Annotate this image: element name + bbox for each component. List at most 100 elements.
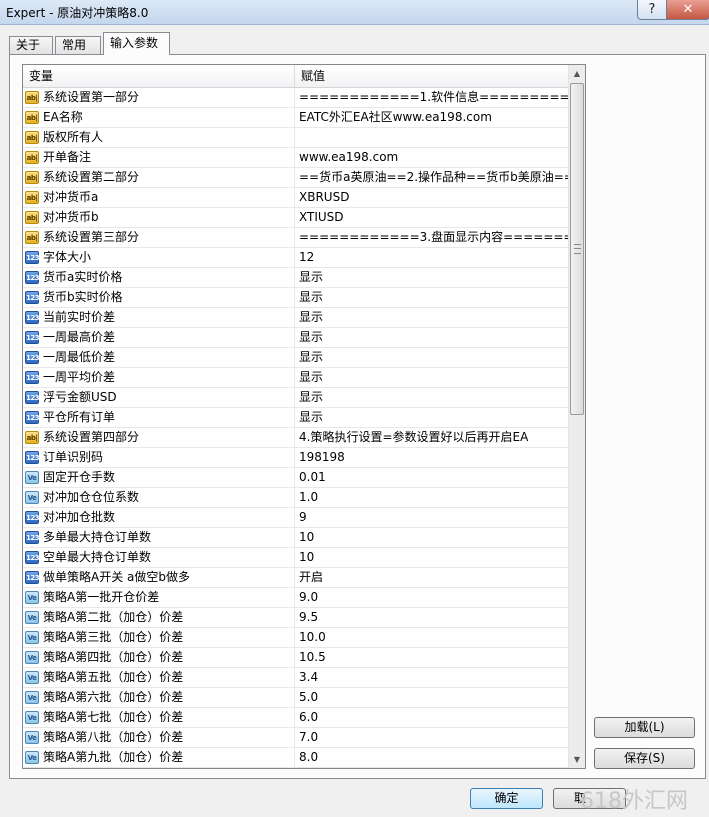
table-row[interactable]: Ve 策略A第六批（加仓）价差 5.0	[23, 688, 568, 708]
scroll-up-icon[interactable]: ▲	[569, 65, 585, 82]
table-row[interactable]: Ve 对冲加仓仓位系数 1.0	[23, 488, 568, 508]
value-cell[interactable]: 9	[295, 508, 568, 527]
value-cell[interactable]: 7.0	[295, 728, 568, 747]
value-cell[interactable]: ============3.盘面显示内容==========	[295, 228, 585, 247]
table-row[interactable]: ab| 系统设置第一部分 ============1.软件信息===========	[23, 88, 585, 108]
close-button[interactable]: ✕	[666, 0, 709, 20]
table-row[interactable]: ab| 对冲货币a XBRUSD	[23, 188, 568, 208]
value-cell[interactable]: ==货币a英原油==2.操作品种==货币b美原油==	[295, 168, 574, 187]
table-row[interactable]: ab| 系统设置第四部分 4.策略执行设置=参数设置好以后再开启EA	[23, 428, 568, 448]
table-row[interactable]: Ve 策略A第八批（加仓）价差 7.0	[23, 728, 568, 748]
vertical-scrollbar[interactable]: ▲ ▼	[568, 65, 585, 768]
variable-cell[interactable]: Ve 策略A第二批（加仓）价差	[23, 608, 295, 627]
table-row[interactable]: ab| 系统设置第三部分 ============3.盘面显示内容=========…	[23, 228, 585, 248]
table-row[interactable]: Ve 策略A第五批（加仓）价差 3.4	[23, 668, 568, 688]
help-button[interactable]: ?	[637, 0, 667, 20]
variable-cell[interactable]: Ve 策略A第七批（加仓）价差	[23, 708, 295, 727]
value-cell[interactable]: 10.0	[295, 628, 568, 647]
table-row[interactable]: ab| 系统设置第二部分 ==货币a英原油==2.操作品种==货币b美原油==	[23, 168, 574, 188]
table-row[interactable]: Ve 策略A第一批开仓价差 9.0	[23, 588, 568, 608]
variable-cell[interactable]: Ve 对冲加仓仓位系数	[23, 488, 295, 507]
variable-cell[interactable]: Ve 策略A第四批（加仓）价差	[23, 648, 295, 667]
scrollbar-thumb[interactable]	[570, 83, 584, 415]
table-row[interactable]: 123 空单最大持仓订单数 10	[23, 548, 568, 568]
variable-cell[interactable]: ab| 系统设置第三部分	[23, 228, 295, 247]
value-cell[interactable]: 显示	[295, 288, 568, 307]
ok-button[interactable]: 确定	[470, 788, 543, 809]
table-row[interactable]: Ve 策略A第三批（加仓）价差 10.0	[23, 628, 568, 648]
tab-inputs[interactable]: 输入参数	[103, 32, 170, 55]
value-cell[interactable]: 12	[295, 248, 568, 267]
value-cell[interactable]: 显示	[295, 308, 568, 327]
value-cell[interactable]: 8.0	[295, 748, 568, 767]
variable-cell[interactable]: Ve 策略A第一批开仓价差	[23, 588, 295, 607]
value-cell[interactable]: EATC外汇EA社区www.ea198.com	[295, 108, 568, 127]
table-row[interactable]: Ve 策略A第七批（加仓）价差 6.0	[23, 708, 568, 728]
value-cell[interactable]: ============1.软件信息===========	[295, 88, 585, 107]
value-cell[interactable]: 4.策略执行设置=参数设置好以后再开启EA	[295, 428, 568, 447]
variable-cell[interactable]: Ve 策略A第五批（加仓）价差	[23, 668, 295, 687]
value-cell[interactable]: 3.4	[295, 668, 568, 687]
value-cell[interactable]: 显示	[295, 388, 568, 407]
variable-cell[interactable]: Ve 策略A第八批（加仓）价差	[23, 728, 295, 747]
table-row[interactable]: Ve 策略A第二批（加仓）价差 9.5	[23, 608, 568, 628]
table-row[interactable]: 123 平仓所有订单 显示	[23, 408, 568, 428]
variable-cell[interactable]: 123 多单最大持仓订单数	[23, 528, 295, 547]
value-cell[interactable]: 6.0	[295, 708, 568, 727]
table-row[interactable]: Ve 策略A第四批（加仓）价差 10.5	[23, 648, 568, 668]
variable-cell[interactable]: Ve 策略A第九批（加仓）价差	[23, 748, 295, 767]
table-row[interactable]: ab| EA名称 EATC外汇EA社区www.ea198.com	[23, 108, 568, 128]
variable-cell[interactable]: 123 一周最低价差	[23, 348, 295, 367]
value-cell[interactable]: 10	[295, 548, 568, 567]
save-button[interactable]: 保存(S)	[594, 748, 695, 769]
variable-cell[interactable]: 123 一周最高价差	[23, 328, 295, 347]
table-row[interactable]: Ve 策略A第九批（加仓）价差 8.0	[23, 748, 568, 768]
value-cell[interactable]: 显示	[295, 408, 568, 427]
variable-cell[interactable]: ab| 对冲货币a	[23, 188, 295, 207]
variable-cell[interactable]: ab| 对冲货币b	[23, 208, 295, 227]
table-row[interactable]: 123 做单策略A开关 a做空b做多 开启	[23, 568, 568, 588]
value-cell[interactable]: XBRUSD	[295, 188, 568, 207]
table-row[interactable]: ab| 版权所有人	[23, 128, 568, 148]
value-cell[interactable]: 10	[295, 528, 568, 547]
variable-cell[interactable]: ab| EA名称	[23, 108, 295, 127]
variable-cell[interactable]: ab| 系统设置第四部分	[23, 428, 295, 447]
value-cell[interactable]: 显示	[295, 268, 568, 287]
value-cell[interactable]: 显示	[295, 328, 568, 347]
table-row[interactable]: 123 对冲加仓批数 9	[23, 508, 568, 528]
table-row[interactable]: ab| 开单备注 www.ea198.com	[23, 148, 568, 168]
table-row[interactable]: 123 多单最大持仓订单数 10	[23, 528, 568, 548]
table-row[interactable]: 123 货币b实时价格 显示	[23, 288, 568, 308]
table-row[interactable]: 123 货币a实时价格 显示	[23, 268, 568, 288]
variable-cell[interactable]: 123 做单策略A开关 a做空b做多	[23, 568, 295, 587]
table-row[interactable]: 123 一周平均价差 显示	[23, 368, 568, 388]
table-row[interactable]: 123 订单识别码 198198	[23, 448, 568, 468]
value-cell[interactable]: XTIUSD	[295, 208, 568, 227]
value-cell[interactable]: 10.5	[295, 648, 568, 667]
value-cell[interactable]: 5.0	[295, 688, 568, 707]
value-cell[interactable]: 9.0	[295, 588, 568, 607]
value-cell[interactable]: 显示	[295, 368, 568, 387]
header-value[interactable]: 赋值	[295, 65, 568, 87]
table-row[interactable]: 123 浮亏金额USD 显示	[23, 388, 568, 408]
tab-common[interactable]: 常用	[55, 36, 101, 54]
variable-cell[interactable]: ab| 系统设置第一部分	[23, 88, 295, 107]
load-button[interactable]: 加载(L)	[594, 717, 695, 738]
scroll-down-icon[interactable]: ▼	[569, 751, 585, 768]
variable-cell[interactable]: ab| 开单备注	[23, 148, 295, 167]
variable-cell[interactable]: 123 货币b实时价格	[23, 288, 295, 307]
variable-cell[interactable]: ab| 版权所有人	[23, 128, 295, 147]
value-cell[interactable]: 显示	[295, 348, 568, 367]
variable-cell[interactable]: 123 字体大小	[23, 248, 295, 267]
header-variable[interactable]: 变量	[23, 65, 295, 87]
value-cell[interactable]: 1.0	[295, 488, 568, 507]
value-cell[interactable]: 开启	[295, 568, 568, 587]
tab-about[interactable]: 关于	[9, 36, 53, 54]
table-row[interactable]: Ve 固定开仓手数 0.01	[23, 468, 568, 488]
table-row[interactable]: 123 一周最高价差 显示	[23, 328, 568, 348]
table-row[interactable]: 123 字体大小 12	[23, 248, 568, 268]
value-cell[interactable]	[295, 128, 568, 147]
variable-cell[interactable]: Ve 策略A第三批（加仓）价差	[23, 628, 295, 647]
table-row[interactable]: 123 当前实时价差 显示	[23, 308, 568, 328]
variable-cell[interactable]: 123 浮亏金额USD	[23, 388, 295, 407]
